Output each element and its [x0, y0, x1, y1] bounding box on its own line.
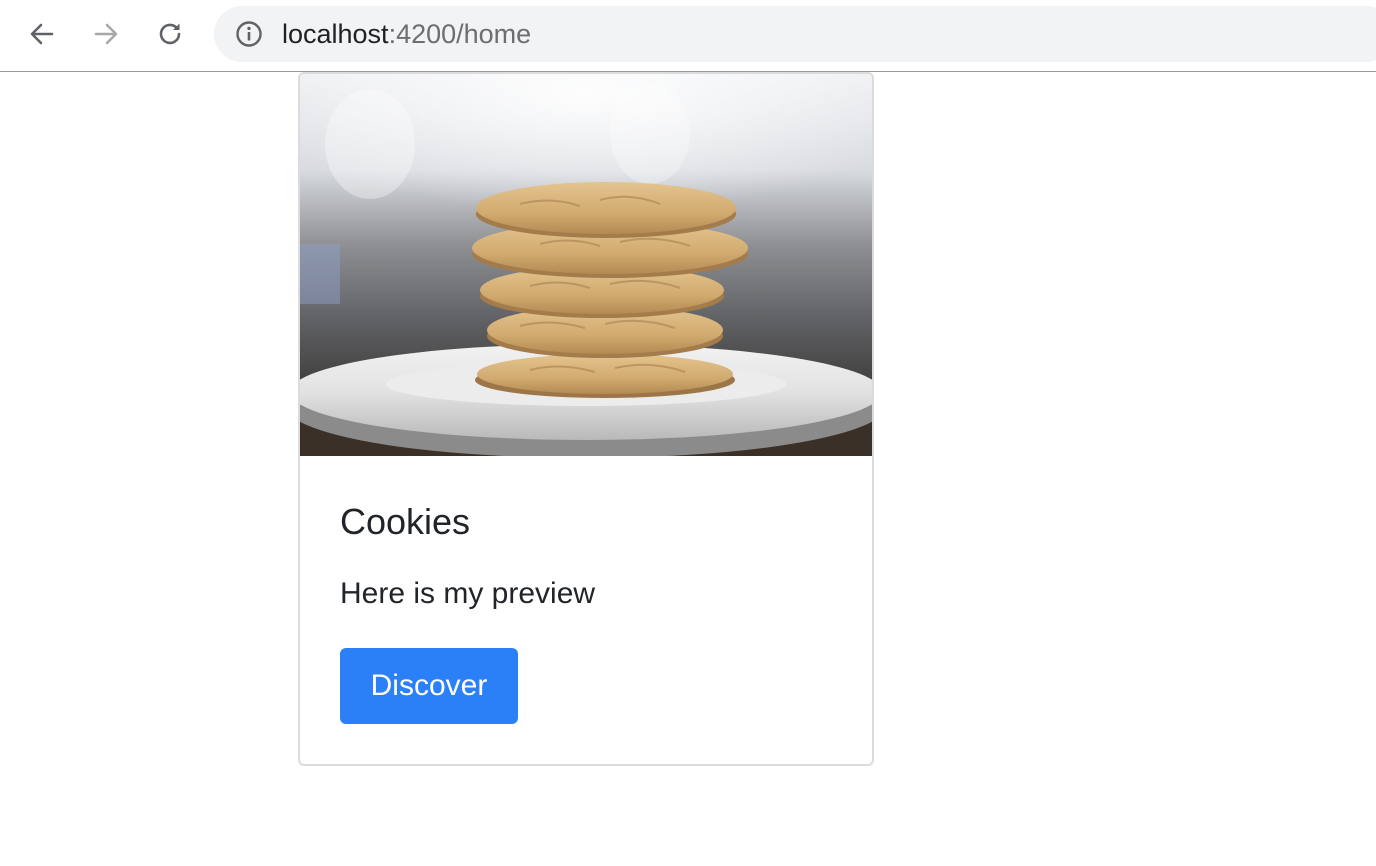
card-preview-text: Here is my preview [340, 577, 596, 610]
url-path: :4200/home [388, 19, 532, 49]
cookies-photo [300, 74, 872, 456]
arrow-left-icon [30, 23, 54, 45]
url-host: localhost [282, 19, 389, 49]
info-icon[interactable] [234, 19, 264, 49]
discover-button[interactable]: Discover [340, 648, 518, 724]
forward-button[interactable] [86, 14, 126, 54]
reload-icon [159, 23, 181, 45]
cookies-card: Cookies Here is my preview Discover [298, 72, 874, 766]
back-button[interactable] [22, 14, 62, 54]
browser-toolbar: localhost:4200/home [0, 0, 1376, 72]
url-text[interactable]: localhost:4200/home [282, 20, 531, 48]
card-title: Cookies [340, 501, 471, 542]
card-image [300, 74, 872, 456]
address-bar[interactable]: localhost:4200/home [214, 6, 1376, 62]
arrow-right-icon [94, 23, 118, 45]
reload-button[interactable] [150, 14, 190, 54]
